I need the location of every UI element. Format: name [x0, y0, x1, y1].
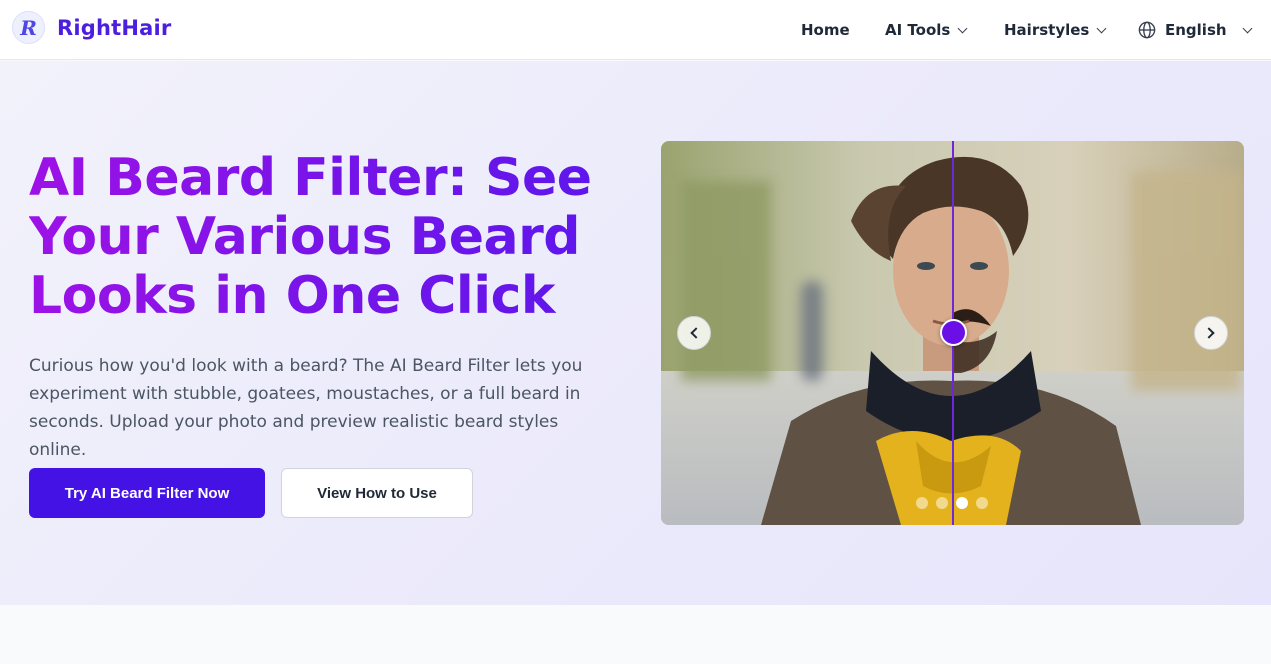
nav-hairstyles[interactable]: Hairstyles [1004, 0, 1107, 60]
brand-name: RightHair [57, 15, 172, 40]
chevron-left-icon [690, 327, 702, 339]
carousel-next-button[interactable] [1194, 316, 1228, 350]
carousel-dot[interactable] [976, 497, 988, 509]
view-how-to-use-button[interactable]: View How to Use [281, 468, 473, 518]
language-selector[interactable]: English [1138, 0, 1253, 60]
carousel-dot[interactable] [916, 497, 928, 509]
nav-ai-tools-label: AI Tools [885, 21, 951, 39]
page-title: AI Beard Filter: See Your Various Beard … [29, 149, 629, 326]
try-beard-filter-button[interactable]: Try AI Beard Filter Now [29, 468, 265, 518]
carousel-dot-active[interactable] [956, 497, 968, 509]
hero-description: Curious how you'd look with a beard? The… [29, 356, 583, 460]
before-after-carousel[interactable] [661, 141, 1244, 525]
nav-ai-tools[interactable]: AI Tools [885, 0, 968, 60]
nav-hairstyles-label: Hairstyles [1004, 21, 1090, 39]
chevron-down-icon [1242, 23, 1253, 33]
nav-home-label: Home [801, 21, 850, 39]
nav-home[interactable]: Home [801, 0, 850, 60]
chevron-right-icon [1203, 327, 1215, 339]
chevron-down-icon [957, 23, 968, 33]
globe-icon [1138, 21, 1156, 39]
site-header: R RightHair Home AI Tools Hairstyles Eng… [0, 0, 1271, 60]
chevron-down-icon [1096, 23, 1107, 33]
comparison-slider-handle[interactable] [940, 319, 967, 346]
next-section [0, 605, 1271, 664]
logo-letter: R [20, 15, 37, 40]
carousel-dot[interactable] [936, 497, 948, 509]
carousel-prev-button[interactable] [677, 316, 711, 350]
carousel-pagination [916, 497, 988, 509]
hero-section: AI Beard Filter: See Your Various Beard … [0, 61, 1271, 605]
brand-logo[interactable]: R RightHair [12, 11, 172, 44]
logo-icon: R [12, 11, 45, 44]
language-label: English [1165, 21, 1227, 39]
